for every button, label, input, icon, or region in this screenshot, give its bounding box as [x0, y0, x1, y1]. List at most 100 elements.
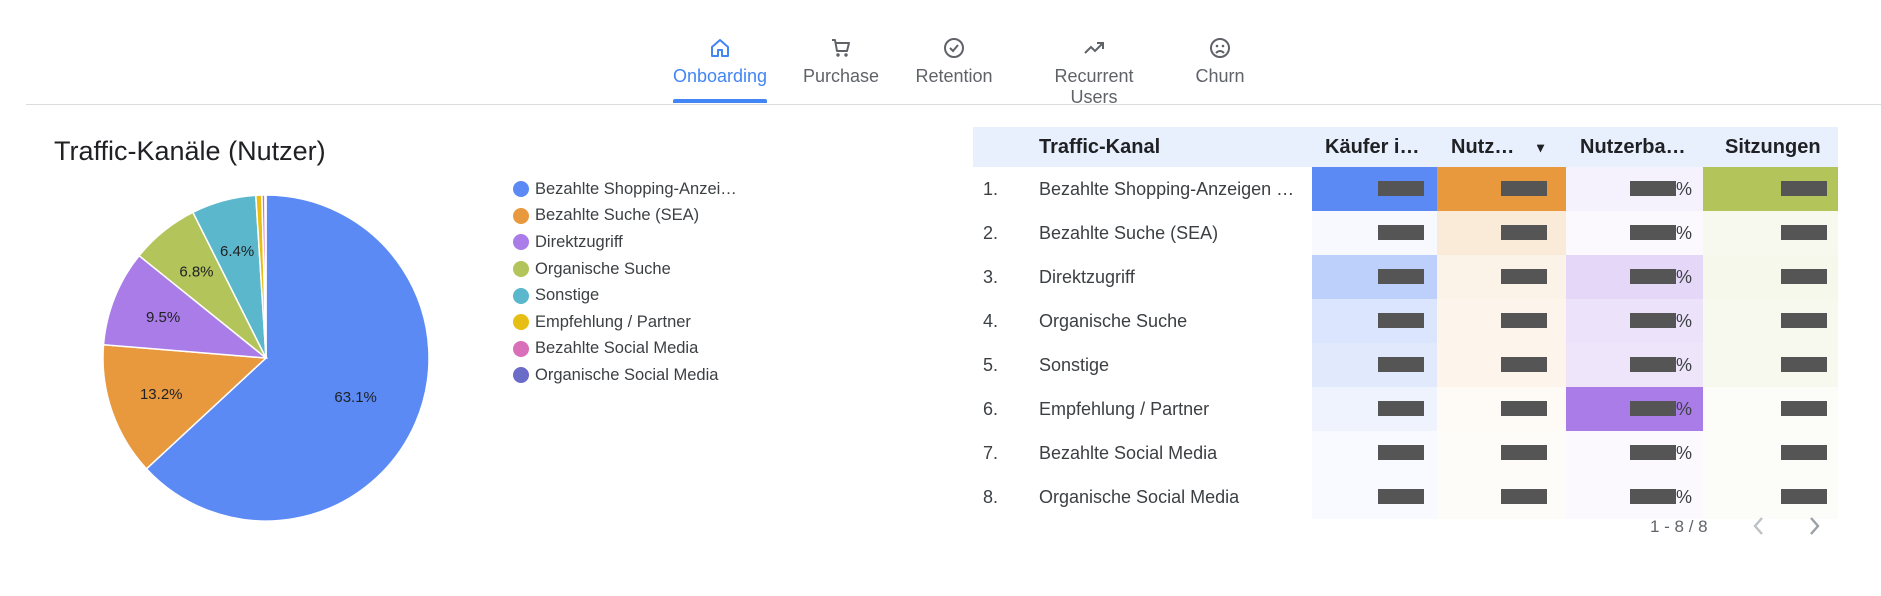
legend-item[interactable]: Bezahlte Shopping-Anzei…: [513, 176, 737, 203]
table-cell-metric-1: [1312, 387, 1437, 431]
legend-item[interactable]: Sonstige: [513, 282, 737, 309]
redacted-value: [1630, 357, 1676, 372]
legend-label: Bezahlte Shopping-Anzei…: [535, 179, 737, 198]
table-row[interactable]: % 4. Organische Suche: [973, 299, 1838, 343]
row-index: 3.: [983, 267, 999, 287]
col-header-sitzungen[interactable]: Sitzungen: [1725, 127, 1833, 167]
trending-up-icon: [1082, 36, 1106, 60]
redacted-value: [1781, 401, 1827, 416]
tab-onboarding[interactable]: Onboarding: [673, 36, 767, 87]
pie-chart: 63.1% 13.2% 9.5% 6.8% 6.4%: [102, 194, 430, 522]
redacted-value: [1378, 357, 1424, 372]
row-traffic-kanal: Empfehlung / Partner: [1039, 399, 1210, 419]
col-header-nutzer-label: Nutz…: [1451, 136, 1515, 158]
legend-swatch: [513, 181, 529, 198]
chevron-left-icon[interactable]: [1747, 513, 1771, 539]
table-cell-metric-1: [1312, 255, 1437, 299]
table-cell-metric-3: %: [1566, 255, 1703, 299]
redacted-value: [1630, 313, 1676, 328]
home-icon: [708, 36, 732, 60]
legend-label: Empfehlung / Partner: [535, 312, 691, 331]
tab-purchase[interactable]: Purchase: [803, 36, 879, 87]
legend-label: Bezahlte Social Media: [535, 339, 699, 358]
redacted-value: [1630, 445, 1676, 460]
redacted-value: [1781, 269, 1827, 284]
col-header-kaeufer[interactable]: Käufer i…: [1325, 127, 1447, 167]
redacted-value: [1781, 181, 1827, 196]
col-header-nutzer[interactable]: Nutz…: [1451, 127, 1531, 167]
table-cell-metric-3: %: [1566, 167, 1703, 211]
redacted-value: [1501, 489, 1547, 504]
chart-legend: Bezahlte Shopping-Anzei… Bezahlte Suche (…: [513, 176, 737, 389]
row-index: 6.: [983, 399, 999, 419]
table-cell-metric-1: [1312, 431, 1437, 475]
pagination-label: 1 - 8 / 8: [1650, 517, 1708, 536]
percent-sign: %: [1676, 355, 1693, 375]
tab-recurrent-users[interactable]: Recurrent Users: [1030, 36, 1158, 108]
legend-item[interactable]: Direktzugriff: [513, 229, 737, 256]
table-cell-metric-1: [1312, 211, 1437, 255]
table-cell-metric-2: [1437, 431, 1566, 475]
table-cell-metric-1: [1312, 343, 1437, 387]
table-cell-metric-3: %: [1566, 387, 1703, 431]
table-cell-metric-3: %: [1566, 343, 1703, 387]
table-cell-metric-3: %: [1566, 431, 1703, 475]
legend-item[interactable]: Bezahlte Suche (SEA): [513, 203, 737, 230]
pie-slice-label-3: 9.5%: [146, 309, 180, 326]
pie-slice-8[interactable]: [264, 194, 267, 359]
percent-sign: %: [1676, 223, 1693, 243]
table-cell-metric-3: %: [1566, 211, 1703, 255]
tab-label: Retention: [915, 66, 993, 86]
table-row[interactable]: % 2. Bezahlte Suche (SEA): [973, 211, 1838, 255]
percent-sign: %: [1676, 311, 1693, 331]
chevron-right-icon[interactable]: [1802, 513, 1826, 539]
table-cell-metric-1: [1312, 475, 1437, 519]
pie-slice-label-4: 6.8%: [179, 264, 213, 281]
tab-retention[interactable]: Retention: [915, 36, 993, 87]
col-header-traffic-kanal[interactable]: Traffic-Kanal: [1039, 127, 1299, 167]
pie-slice-label-5: 6.4%: [220, 243, 254, 260]
row-index: 4.: [983, 311, 999, 331]
legend-item[interactable]: Bezahlte Social Media: [513, 336, 737, 363]
cart-icon: [829, 36, 853, 60]
table-row[interactable]: % 7. Bezahlte Social Media: [973, 431, 1838, 475]
tab-label: Churn: [1195, 66, 1245, 86]
table-cell-metric-4: [1703, 299, 1838, 343]
row-traffic-kanal: Bezahlte Social Media: [1039, 443, 1218, 463]
table-row[interactable]: % 1. Bezahlte Shopping-Anzeigen …: [973, 167, 1838, 211]
redacted-value: [1781, 225, 1827, 240]
row-index: 1.: [983, 179, 999, 199]
row-index: 8.: [983, 487, 999, 507]
row-traffic-kanal: Bezahlte Suche (SEA): [1039, 223, 1219, 243]
legend-label: Organische Suche: [535, 259, 671, 278]
table-cell-metric-4: [1703, 343, 1838, 387]
table-row[interactable]: % 8. Organische Social Media: [973, 475, 1838, 519]
row-traffic-kanal: Direktzugriff: [1039, 267, 1135, 287]
legend-label: Direktzugriff: [535, 232, 623, 251]
redacted-value: [1378, 445, 1424, 460]
col-header-nutzerbasis[interactable]: Nutzerba…: [1580, 127, 1698, 167]
table-cell-metric-2: [1437, 387, 1566, 431]
table-cell-metric-2: [1437, 343, 1566, 387]
redacted-value: [1378, 489, 1424, 504]
percent-sign: %: [1676, 267, 1693, 287]
legend-item[interactable]: Organische Social Media: [513, 362, 737, 389]
table-cell-metric-2: [1437, 211, 1566, 255]
legend-item[interactable]: Empfehlung / Partner: [513, 309, 737, 336]
legend-label: Organische Social Media: [535, 365, 719, 384]
table-row[interactable]: % 6. Empfehlung / Partner: [973, 387, 1838, 431]
table-cell-metric-4: [1703, 387, 1838, 431]
legend-item[interactable]: Organische Suche: [513, 256, 737, 283]
table-row[interactable]: % 3. Direktzugriff: [973, 255, 1838, 299]
table-row[interactable]: % 5. Sonstige: [973, 343, 1838, 387]
table-cell-metric-3: %: [1566, 299, 1703, 343]
tab-churn[interactable]: Churn: [1194, 36, 1246, 87]
check-circle-icon: [942, 36, 966, 60]
legend-swatch: [513, 314, 529, 331]
redacted-value: [1501, 445, 1547, 460]
redacted-value: [1378, 313, 1424, 328]
pie-slice-label-1: 63.1%: [334, 389, 377, 406]
legend-swatch: [513, 340, 529, 357]
sort-desc-icon[interactable]: ▾: [1537, 127, 1563, 167]
row-index: 2.: [983, 223, 999, 243]
